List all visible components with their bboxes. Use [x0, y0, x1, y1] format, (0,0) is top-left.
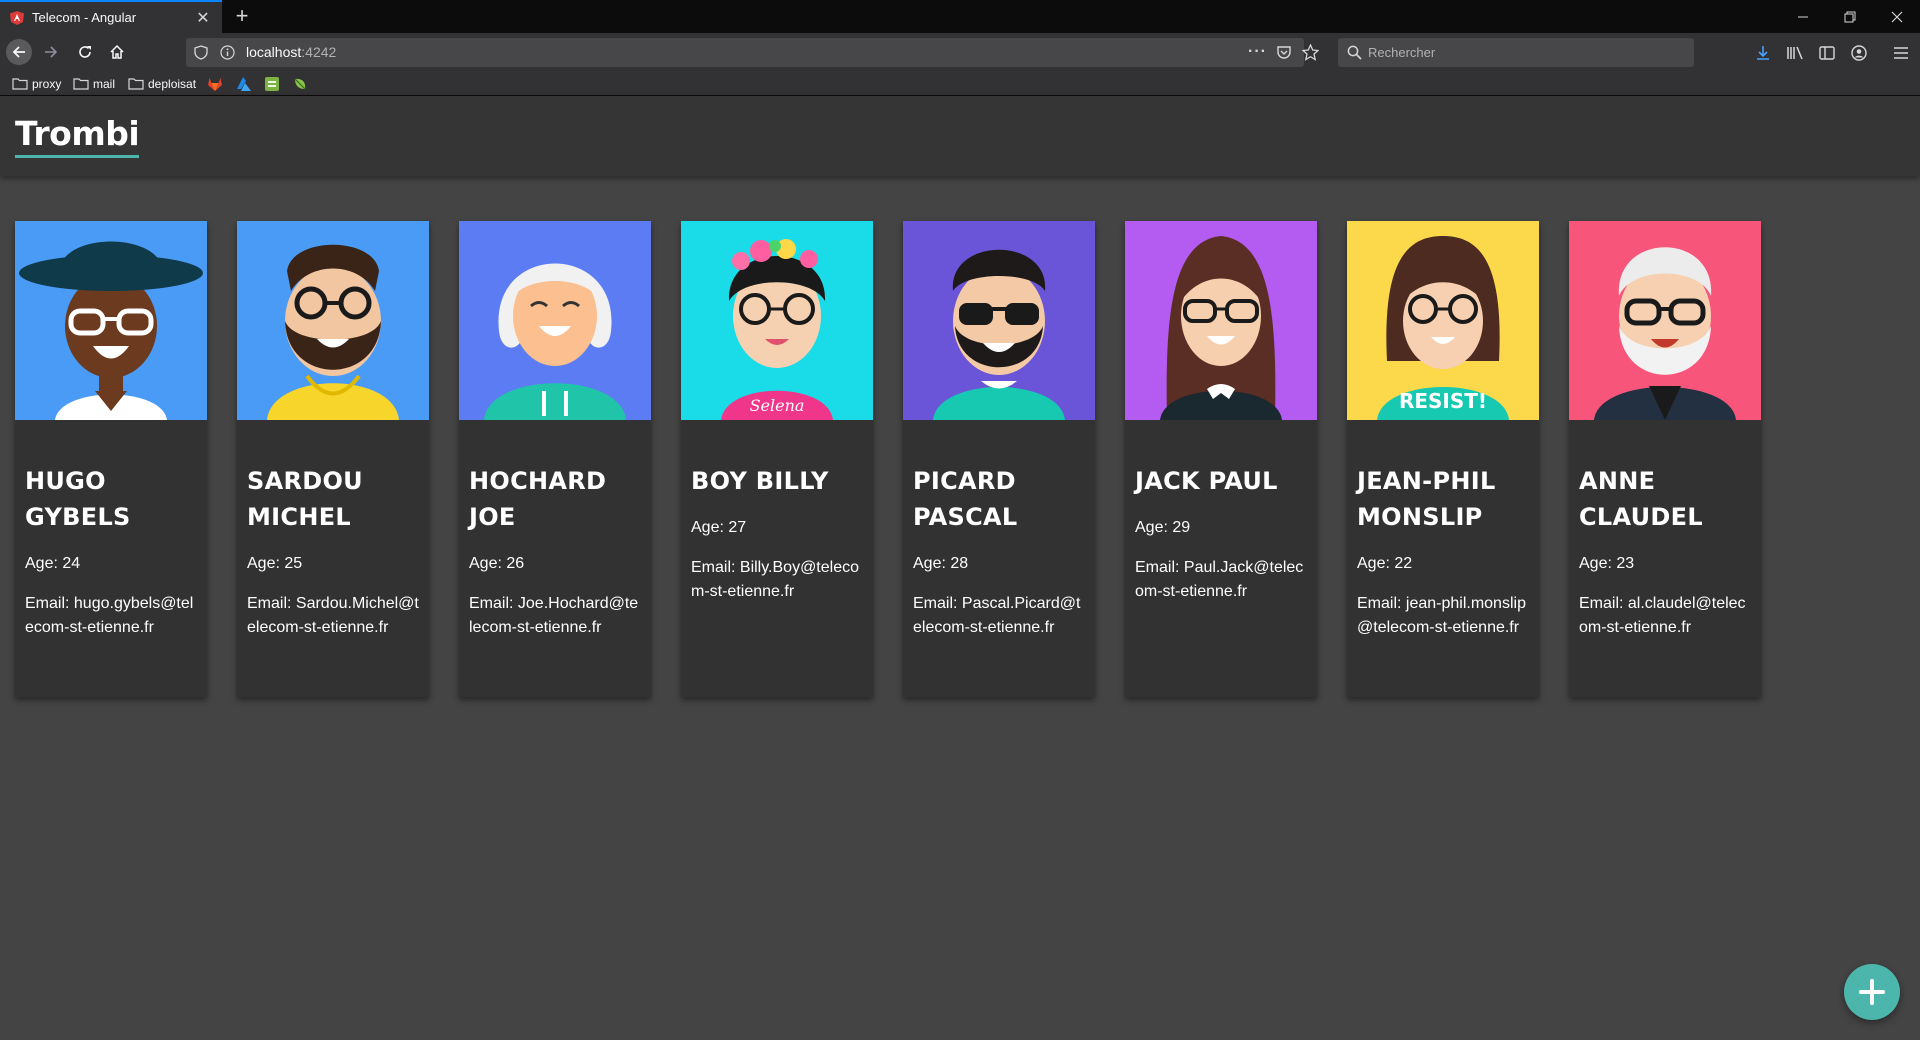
person-age: Age: 22 [1357, 555, 1413, 572]
person-email: Email: Paul.Jack@telecom-st-etienne.fr [1135, 559, 1304, 600]
avatar [903, 221, 1095, 420]
home-button[interactable] [104, 39, 130, 65]
account-icon[interactable] [1849, 43, 1869, 63]
back-button[interactable] [6, 39, 32, 65]
person-age: Age: 29 [1135, 519, 1191, 536]
bookmark-folder-mail[interactable]: mail [73, 75, 115, 92]
new-tab-button[interactable]: + [230, 4, 254, 28]
folder-icon [128, 78, 144, 90]
person-card[interactable]: HUGO GYBELS Age: 24 Email: hugo.gybels@t… [15, 221, 207, 697]
back-arrow-icon [12, 46, 25, 58]
shield-icon [194, 45, 208, 65]
page-actions-icon[interactable]: ··· [1248, 43, 1267, 61]
person-age: Age: 26 [469, 555, 525, 572]
downloads-icon[interactable] [1753, 43, 1773, 63]
person-name: HUGO GYBELS [25, 467, 131, 531]
person-card[interactable]: PICARD PASCAL Age: 28 Email: Pascal.Pica… [903, 221, 1095, 697]
bookmarks-toolbar: proxy mail deploisat [0, 71, 1920, 96]
person-age: Age: 28 [913, 555, 969, 572]
person-name: SARDOU MICHEL [247, 467, 363, 531]
person-email: Email: Joe.Hochard@telecom-st-etienne.fr [469, 595, 639, 636]
bookmark-star-icon[interactable] [1301, 43, 1320, 66]
person-email: Email: Pascal.Picard@telecom-st-etienne.… [913, 595, 1081, 636]
person-name: BOY BILLY [691, 467, 829, 495]
shirt-text: RESIST! [1399, 389, 1487, 413]
avatar [15, 221, 207, 420]
person-email: Email: hugo.gybels@telecom-st-etienne.fr [25, 595, 194, 636]
browser-nav-bar: localhost:4242 ··· Rechercher [0, 33, 1920, 71]
page-title[interactable]: Trombi [15, 114, 140, 158]
person-age: Age: 24 [25, 555, 81, 572]
bookmark-folder-proxy[interactable]: proxy [12, 75, 61, 92]
shirt-text: Selena [750, 396, 805, 415]
person-age: Age: 25 [247, 555, 303, 572]
reload-button[interactable] [72, 39, 98, 65]
app-header: Trombi [0, 96, 1920, 176]
library-icon[interactable] [1785, 43, 1805, 63]
menu-hamburger-icon[interactable] [1891, 43, 1911, 63]
person-name: JACK PAUL [1135, 467, 1278, 495]
avatar: Selena [681, 221, 873, 420]
leaf-bookmark-icon[interactable] [292, 75, 312, 92]
person-email: Email: al.claudel@telecom-st-etienne.fr [1579, 595, 1746, 636]
person-age: Age: 27 [691, 519, 747, 536]
person-name: ANNE CLAUDEL [1579, 467, 1703, 531]
green-app-bookmark-icon[interactable] [264, 75, 284, 92]
person-card[interactable]: Selena BOY BILLY Age: 27 Email: Billy.Bo… [681, 221, 873, 697]
avatar: RESIST! [1347, 221, 1539, 420]
person-name: HOCHARD JOE [469, 467, 607, 531]
url-text[interactable]: localhost:4242 [246, 44, 336, 60]
angular-favicon-icon [10, 10, 24, 25]
person-email: Email: Billy.Boy@telecom-st-etienne.fr [691, 559, 859, 600]
avatar [237, 221, 429, 420]
tab-title: Telecom - Angular [32, 10, 137, 25]
folder-icon [73, 78, 89, 90]
search-icon [1347, 45, 1362, 65]
person-email: Email: Sardou.Michel@telecom-st-etienne.… [247, 595, 419, 636]
folder-icon [12, 78, 28, 90]
avatar [1569, 221, 1761, 420]
person-name: PICARD PASCAL [913, 467, 1018, 531]
person-card[interactable]: JACK PAUL Age: 29 Email: Paul.Jack@telec… [1125, 221, 1317, 697]
person-card[interactable]: HOCHARD JOE Age: 26 Email: Joe.Hochard@t… [459, 221, 651, 697]
pocket-icon[interactable] [1276, 45, 1292, 65]
person-card[interactable]: SARDOU MICHEL Age: 25 Email: Sardou.Mich… [237, 221, 429, 697]
home-icon [110, 44, 124, 59]
azure-bookmark-icon[interactable] [236, 75, 256, 92]
close-window-button[interactable] [1874, 0, 1920, 33]
restore-button[interactable] [1827, 0, 1873, 33]
forward-button[interactable] [38, 39, 64, 65]
info-icon[interactable] [220, 45, 235, 65]
add-person-button[interactable] [1844, 964, 1900, 1020]
person-card[interactable]: ANNE CLAUDEL Age: 23 Email: al.claudel@t… [1569, 221, 1761, 697]
search-bar[interactable]: Rechercher [1338, 38, 1694, 67]
url-bar[interactable]: localhost:4242 ··· [186, 38, 1320, 67]
tab-close-icon[interactable]: ✕ [194, 8, 212, 28]
search-placeholder: Rechercher [1368, 45, 1436, 60]
bookmark-folder-deploisat[interactable]: deploisat [128, 75, 196, 92]
sidebar-toggle-icon[interactable] [1817, 43, 1837, 63]
person-age: Age: 23 [1579, 555, 1635, 572]
person-email: Email: jean-phil.monslip@telecom-st-etie… [1357, 595, 1526, 636]
forward-arrow-icon [45, 46, 58, 58]
person-card[interactable]: RESIST! JEAN-PHIL MONSLIP Age: 22 Email:… [1347, 221, 1539, 697]
avatar [1125, 221, 1317, 420]
minimize-button[interactable] [1780, 0, 1826, 33]
gitlab-bookmark-icon[interactable] [207, 75, 227, 92]
person-name: JEAN-PHIL MONSLIP [1357, 467, 1496, 531]
avatar [459, 221, 651, 420]
tab-telecom-angular[interactable]: Telecom - Angular ✕ [0, 0, 222, 33]
reload-icon [79, 46, 91, 58]
plus-icon [1859, 979, 1885, 1005]
browser-tab-bar: Telecom - Angular ✕ + [0, 0, 1920, 33]
